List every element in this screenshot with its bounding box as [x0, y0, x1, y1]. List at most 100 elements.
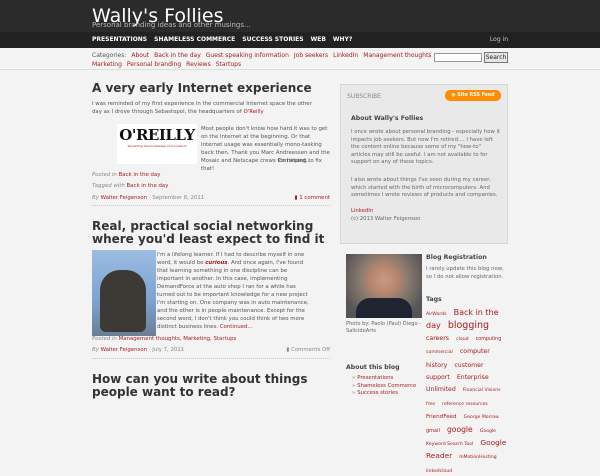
post-categories: Posted in Back in the day [92, 172, 160, 178]
comments-link[interactable]: ▮ 1 comment [295, 195, 330, 201]
category-link[interactable]: Personal branding [127, 61, 181, 68]
bullet-icon: » [352, 382, 356, 389]
bullet-icon: » [352, 375, 356, 381]
about-blog-link[interactable]: Presentations [357, 375, 393, 381]
post-date: · July 7, 2011 [148, 347, 185, 353]
author-link[interactable]: Walter Feigenson [101, 195, 147, 201]
comments-off-label: Comments Off [291, 347, 330, 353]
blog-registration-text: I rarely update this blog now, so I do n… [426, 266, 504, 280]
category-link[interactable]: Marketing [92, 61, 122, 68]
photo-caption: Photo by: Paolo (Paul) Diego - SalicidoA… [346, 321, 426, 335]
curious-link[interactable]: curious [205, 260, 227, 266]
tag-link[interactable]: gmail [426, 428, 440, 434]
post-excerpt-text-cont: . And once again, I've found that learni… [157, 260, 309, 330]
category-link[interactable]: LinkedIn [333, 52, 358, 59]
subscribe-label: SUBSCRIBE [347, 93, 382, 100]
by-label: By [92, 347, 99, 353]
post-tag-link[interactable]: Back in the day [126, 183, 168, 189]
comments-count[interactable]: 1 comment [299, 195, 330, 201]
blog-registration-heading: Blog Registration [426, 254, 487, 261]
post-divider [92, 205, 330, 206]
tag-link[interactable]: George Morrow [464, 415, 499, 420]
author-photo [346, 254, 422, 318]
continued-link[interactable]: Continued... [278, 157, 311, 165]
category-link[interactable]: Job seekers [294, 52, 328, 59]
post-category-link[interactable]: Management thoughts, Marketing, Startups [119, 336, 237, 342]
about-blog-link[interactable]: Success stories [357, 390, 398, 396]
tags-heading: Tags [426, 296, 442, 303]
about-text: I once wrote about personal branding - e… [351, 129, 501, 166]
posted-in-label: Posted in [92, 172, 117, 178]
rss-feed-button[interactable]: ◉ Site RSS Feed [445, 90, 501, 101]
category-link[interactable]: Reviews [186, 61, 211, 68]
category-link[interactable]: Management thoughts [363, 52, 431, 59]
tagged-with-label: Tagged with [92, 183, 125, 189]
continued-link[interactable]: Continued... [220, 324, 253, 330]
tag-link[interactable]: careers [426, 335, 449, 342]
thinker-statue-image [92, 250, 156, 336]
login-link[interactable]: Log in [490, 36, 508, 43]
category-link[interactable]: Guest speaking information [206, 52, 289, 59]
photo-caption-line: SalicidoArts [346, 328, 376, 334]
tag-link[interactable]: reference resources [442, 402, 488, 407]
post-category-link[interactable]: Back in the day [119, 172, 161, 178]
oreilly-link[interactable]: O'Reilly [243, 109, 263, 115]
posted-in-label: Posted in [92, 336, 117, 342]
post-title[interactable]: Real, practical social networking where … [92, 220, 332, 246]
copyright: (c) 2013 Walter Feigenson [351, 216, 421, 222]
search-button[interactable]: Search [484, 52, 508, 63]
category-link[interactable]: About [131, 52, 149, 59]
tag-cloud: AirWords Back in the day blogging career… [426, 306, 510, 476]
oreilly-logo-text: O'REILLY [119, 126, 195, 144]
category-link[interactable]: Back in the day [154, 52, 201, 59]
post-divider [92, 358, 330, 359]
bullet-icon: » [352, 390, 356, 397]
about-heading: About Wally's Follies [351, 115, 424, 122]
tag-link[interactable]: cloud [456, 337, 468, 342]
linkedin-link[interactable]: LinkedIn [351, 208, 373, 214]
tag-link[interactable]: AirWords [426, 312, 447, 317]
about-blog-list: » Presentations » Shameless Commerce » Succ… [352, 375, 416, 398]
nav-web[interactable]: WEB [311, 36, 326, 43]
tag-link[interactable]: blogging [448, 320, 489, 331]
category-link[interactable]: Startups [216, 61, 241, 68]
tag-link[interactable]: FriendFeed [426, 414, 457, 420]
post-excerpt: I'm a lifelong learner. If I had to desc… [157, 251, 314, 331]
statue-figure [100, 270, 146, 332]
tag-link[interactable]: linkedcloud [426, 469, 452, 474]
post-intro: I was reminded of my first experience in… [92, 100, 314, 116]
site-header: Wally's Follies Personal branding ideas … [0, 0, 600, 48]
about-blog-heading: About this blog [346, 364, 400, 371]
tag-link[interactable]: commercial [426, 350, 453, 355]
comment-icon: ▮ [286, 347, 290, 353]
nav-success-stories[interactable]: SUCCESS STORIES [242, 36, 303, 43]
tag-link[interactable]: free [426, 402, 435, 407]
tag-link[interactable]: Financial Visions [463, 388, 501, 393]
rss-icon: ◉ [451, 93, 456, 98]
nav-shameless-commerce[interactable]: SHAMELESS COMMERCE [154, 36, 235, 43]
post-byline: By Walter Feigenson · September 8, 2011 [92, 195, 204, 201]
search-input[interactable] [434, 53, 482, 62]
about-text-2: I also wrote about things I've seen duri… [351, 177, 498, 199]
post-byline: By Walter Feigenson · July 7, 2011 [92, 347, 184, 353]
nav-presentations[interactable]: PRESENTATIONS [92, 36, 147, 43]
nav-why[interactable]: WHY? [333, 36, 352, 43]
comment-icon: ▮ [294, 195, 298, 201]
tag-link[interactable]: InMotionHosting [459, 455, 496, 460]
post-title[interactable]: How can you write about things people wa… [92, 373, 332, 399]
post-excerpt-text: Most people don't know how hard it was t… [201, 126, 330, 172]
post-tags: Tagged with Back in the day [92, 183, 168, 189]
post-date: · September 8, 2011 [148, 195, 205, 201]
top-navigation: PRESENTATIONS SHAMELESS COMMERCE SUCCESS… [0, 32, 600, 48]
category-bar: Categories: About Back in the day Guest … [0, 48, 600, 70]
categories-label: Categories: [92, 52, 127, 59]
about-blog-link[interactable]: Shameless Commerce [357, 383, 416, 389]
tag-link[interactable]: google [447, 425, 473, 434]
post-categories: Posted in Management thoughts, Marketing… [92, 336, 236, 342]
tag-link[interactable]: computing [476, 337, 502, 342]
comments-status: ▮ Comments Off [286, 347, 330, 353]
author-link[interactable]: Walter Feigenson [101, 347, 147, 353]
rss-label: Site RSS Feed [457, 93, 495, 98]
post-intro-text: I was reminded of my first experience in… [92, 101, 312, 115]
post-title[interactable]: A very early Internet experience [92, 82, 332, 95]
